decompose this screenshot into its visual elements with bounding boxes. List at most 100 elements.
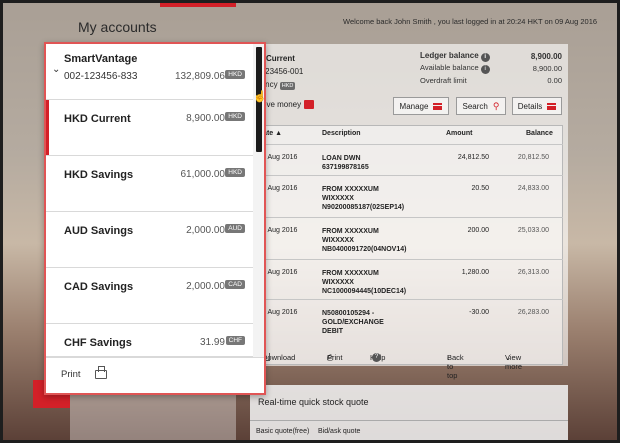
mouse-cursor-icon: ☝ [253,91,267,103]
currency-badge: CAD [225,280,245,289]
available-balance-row: Available balance i 8,900.00 [420,62,562,74]
row-description-line: NB0400091720(04NOV14) [322,246,407,253]
tab-bid-ask-quote[interactable]: Bid/ask quote [318,428,360,435]
back-to-top-label: Back to top [447,353,464,380]
row-description-line: 637199878165 [322,164,369,171]
table-row[interactable]: 9 Aug 2016 N50800105294 - GOLD/EXCHANGE DE… [255,299,563,339]
account-option-smartvantage[interactable]: ⌄ SmartVantage 002-123456-833 132,809.06… [46,44,253,100]
help-icon: ? [372,353,381,362]
stock-quote-tabs: Basic quote(free) Bid/ask quote [250,420,568,443]
account-option-amount: 31.99 [199,337,225,348]
search-button[interactable]: Search ⚲ [456,97,506,115]
account-option-cad-savings[interactable]: CAD Savings 2,000.00 CAD [46,268,253,324]
overdraft-limit-value: 0.00 [547,75,562,85]
table-row[interactable]: 9 Aug 2016 FROM XXXXXUM WIXXXXX N902000851… [255,175,563,219]
active-tab-indicator [160,3,236,7]
available-balance-label: Available balance [420,62,479,72]
row-description-line: WIXXXXX [322,195,354,202]
account-option-amount: 2,000.00 [186,225,225,236]
chevron-down-icon: ⌄ [505,353,512,362]
move-money-label: ove money [262,100,302,109]
details-button[interactable]: Details [512,97,562,115]
column-header-balance: Balance [526,130,553,137]
row-amount: -30.00 [469,309,489,316]
account-option-name: HKD Savings [64,169,134,181]
account-option-amount: 61,000.00 [180,169,226,180]
row-amount: 20.50 [471,185,489,192]
account-option-name: SmartVantage [64,53,138,65]
account-option-name: CAD Savings [64,281,134,293]
account-option-chf-savings[interactable]: CHF Savings 31.99 CHF [46,324,253,357]
overdraft-limit-label: Overdraft limit [420,75,467,85]
row-description: FROM XXXXXUM WIXXXXX N90200085187(02SEP14) [322,185,404,212]
info-icon[interactable]: i [480,52,490,62]
account-option-hkd-current[interactable]: HKD Current 8,900.00 HKD [46,100,253,156]
currency-badge: HKD [225,168,245,177]
account-option-amount: 2,000.00 [186,281,225,292]
row-description-line: FROM XXXXXUM [322,228,379,235]
account-option-amount: 8,900.00 [186,113,225,124]
search-label: Search [462,101,488,111]
manage-button[interactable]: Manage [393,97,449,115]
row-date: 9 Aug 2016 [262,309,298,316]
row-description: N50800105294 - GOLD/EXCHANGE DEBIT [322,309,384,336]
row-description-line: FROM XXXXXUM [322,186,379,193]
row-date: 9 Aug 2016 [262,269,298,276]
column-header-description: Description [322,130,361,137]
dropdown-print-button[interactable]: Print [46,357,264,393]
ledger-balance-row: Ledger balance i 8,900.00 [420,50,562,62]
row-amount: 24,812.50 [457,154,489,161]
table-row[interactable]: 9 Aug 2016 FROM XXXXXUM WIXXXXX NC10000944… [255,259,563,303]
info-icon[interactable]: i [480,64,490,74]
row-balance: 26,283.00 [517,309,549,316]
dropdown-print-label: Print [61,369,81,380]
account-option-name: AUD Savings [64,225,134,237]
currency-badge: HKD [279,82,296,90]
currency-badge: CHF [225,336,245,345]
row-description-line: GOLD/EXCHANGE [322,319,384,326]
account-option-name: CHF Savings [64,337,132,349]
account-option-number: 002-123456-833 [64,71,138,82]
row-date: 9 Aug 2016 [262,185,298,192]
search-icon: ⚲ [492,100,500,111]
chevron-down-icon[interactable]: ⌄ [52,64,60,75]
balance-summary: Ledger balance i 8,900.00 Available balan… [420,50,562,86]
account-option-aud-savings[interactable]: AUD Savings 2,000.00 AUD [46,212,253,268]
move-money-button[interactable]: ove money [262,100,315,109]
row-description-line: N50800105294 - [322,310,375,317]
column-header-amount: Amount [446,130,473,137]
row-description: FROM XXXXXUM WIXXXXX NB0400091720(04NOV14) [322,227,406,254]
details-label: Details [517,101,543,111]
row-description-line: DEBIT [322,328,343,335]
printer-icon: ⎙ [327,353,333,362]
row-amount: 1,280.00 [461,269,489,276]
ledger-balance-label: Ledger balance [420,50,479,60]
currency-badge: AUD [225,224,245,233]
account-selector-dropdown[interactable]: ⌄ SmartVantage 002-123456-833 132,809.06… [44,42,266,395]
table-footer: Download Print ⎙ Help ? ‹ Back to top Vi… [255,341,563,380]
overdraft-limit-row: Overdraft limit 0.00 [420,74,562,86]
promo-banner [70,392,236,443]
row-balance: 20,812.50 [517,154,549,161]
currency-badge: HKD [225,70,245,79]
row-description-line: N90200085187(02SEP14) [322,204,405,211]
page-title: My accounts [78,19,157,35]
account-option-hkd-savings[interactable]: HKD Savings 61,000.00 HKD [46,156,253,212]
welcome-message: Welcome back John Smith , you last logge… [343,17,598,26]
stock-quote-panel: Real-time quick stock quote Basic quote(… [250,385,568,443]
row-description: FROM XXXXXUM WIXXXXX NC1000094445(10DEC14) [322,269,406,296]
account-option-name: HKD Current [64,113,131,125]
table-row[interactable]: 9 Aug 2016 FROM XXXXXUM WIXXXXX NB04000917… [255,217,563,261]
row-balance: 24,833.00 [517,185,549,192]
printer-icon [95,366,107,379]
row-description-line: WIXXXXX [322,279,354,286]
stock-quote-title: Real-time quick stock quote [258,397,369,407]
row-description-line: WIXXXXX [322,237,354,244]
tab-basic-quote[interactable]: Basic quote(free) [256,428,309,443]
row-description-line: FROM XXXXXUM [322,270,379,277]
move-money-icon [304,100,315,109]
ledger-balance-value: 8,900.00 [530,51,562,61]
row-date: 9 Aug 2016 [262,227,298,234]
account-option-amount: 132,809.06 [174,71,225,82]
row-balance: 25,033.00 [517,227,549,234]
